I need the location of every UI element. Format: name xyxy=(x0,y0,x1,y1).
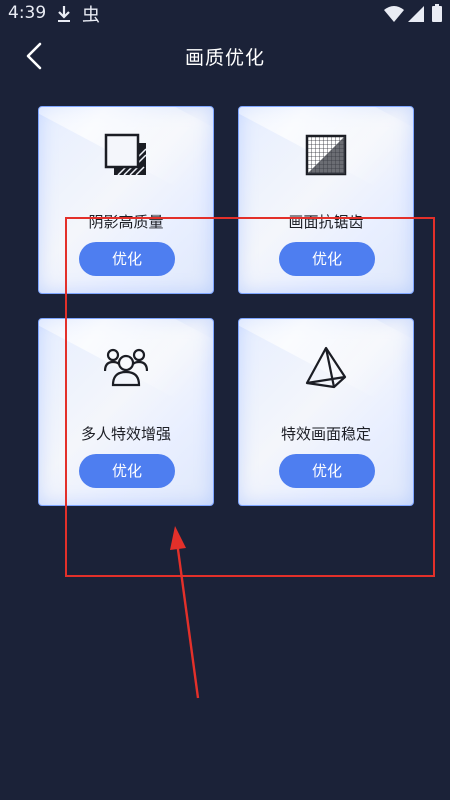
card-multiplayer-effects: 多人特效增强 优化 xyxy=(38,318,214,506)
page-title: 画质优化 xyxy=(184,47,265,69)
card-label: 画面抗锯齿 xyxy=(288,213,364,231)
optimize-button[interactable]: 优化 xyxy=(279,454,375,488)
status-bar: 4:39 虫 xyxy=(0,0,450,28)
annotation-arrow xyxy=(170,526,200,699)
card-shadow-quality: 阴影高质量 优化 xyxy=(38,106,214,294)
wifi-icon xyxy=(384,6,404,22)
pyramid-icon xyxy=(305,346,347,389)
signal-icon xyxy=(408,6,424,22)
download-icon xyxy=(58,6,70,22)
optimize-button[interactable]: 优化 xyxy=(79,242,175,276)
card-anti-aliasing: 画面抗锯齿 优化 xyxy=(238,106,414,294)
shadow-square-icon xyxy=(104,133,147,176)
battery-icon xyxy=(432,4,442,22)
card-label: 特效画面稳定 xyxy=(280,425,371,443)
status-time: 4:39 xyxy=(8,3,47,23)
optimize-button[interactable]: 优化 xyxy=(79,454,175,488)
pixel-grid-icon xyxy=(305,134,347,176)
card-label: 多人特效增强 xyxy=(80,425,171,443)
multi-user-icon xyxy=(104,348,148,387)
bug-icon: 虫 xyxy=(82,5,100,26)
optimize-button[interactable]: 优化 xyxy=(279,242,375,276)
card-effect-stability: 特效画面稳定 优化 xyxy=(238,318,414,506)
card-label: 阴影高质量 xyxy=(88,213,164,231)
